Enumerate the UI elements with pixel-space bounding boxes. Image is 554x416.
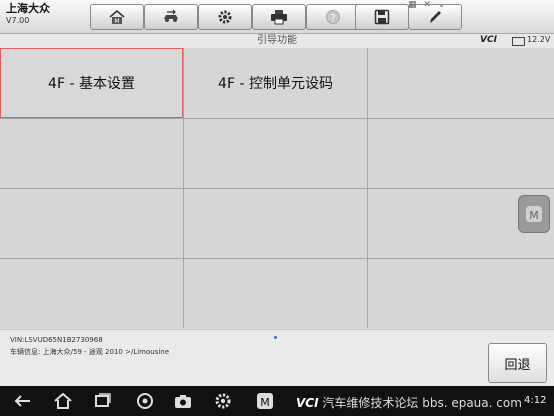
function-tile-empty [368,48,554,118]
save-button[interactable] [355,4,409,30]
function-title-bar: 引导功能 VCI 12.2V [0,34,554,49]
function-tile-empty [0,259,183,328]
nav-back-button[interactable] [12,391,34,411]
settings-button[interactable] [198,4,252,30]
app-name: 上海大众 [6,2,50,15]
system-clock: 4:12 [524,395,547,406]
function-tile-basic-settings[interactable]: 4F - 基本设置 [0,48,183,118]
browser-icon [137,393,153,409]
help-icon: ? [326,10,340,24]
page-title: 引导功能 [257,35,297,46]
gear-icon [218,10,232,24]
app-brand: 上海大众 V7.00 [6,2,76,26]
app-version: V7.00 [6,16,30,25]
vehicle-info-text: 车辆信息: 上海大众/59 - 途观 2010 >/Limousine [10,348,170,356]
vin-text: VIN:LSVUD65N1B2730968 [10,336,103,344]
back-arrow-icon [14,395,30,407]
function-tile-empty [368,119,554,188]
function-tile-coding[interactable]: 4F - 控制单元设码 [184,48,367,118]
print-button[interactable] [252,4,306,30]
function-tile-empty [0,119,183,188]
save-icon [374,9,390,25]
back-button[interactable]: 回退 [488,343,547,383]
maxisys-button[interactable]: M [254,391,276,411]
help-button[interactable]: ? [306,4,360,30]
svg-text:?: ? [330,13,335,24]
battery-icon [512,37,525,46]
camera-button[interactable] [172,391,194,411]
tile-label: 4F - 控制单元设码 [218,76,333,92]
car-swap-icon [164,9,178,22]
svg-text:M: M [260,396,270,409]
nav-recents-button[interactable] [92,391,114,411]
status-icons: ▦ ✕ ⌄ [408,0,448,10]
battery-voltage: 12.2V [527,35,551,44]
recent-apps-icon [95,393,111,407]
function-tile-empty [184,189,367,258]
function-tile-empty [368,259,554,328]
forum-watermark: 汽车维修技术论坛 bbs. epaua. com [322,396,522,410]
page-indicator-dot [274,336,277,339]
vci-label: VCI [296,396,319,410]
vehicle-swap-button[interactable] [144,4,198,30]
pen-icon [430,11,441,23]
home-icon [54,392,72,409]
function-tile-empty [184,259,367,328]
m-badge-icon: M [257,393,273,409]
system-nav-bar: M VCI 汽车维修技术论坛 bbs. epaua. com 4:12 [0,386,554,416]
top-toolbar: 上海大众 V7.00 M ? ▦ ✕ ⌄ [0,0,554,34]
watermark-text: VCI 汽车维修技术论坛 bbs. epaua. com [296,394,522,411]
printer-icon [271,10,287,25]
svg-text:M: M [114,18,119,25]
function-grid: 4F - 基本设置 4F - 控制单元设码 [0,48,554,328]
nav-home-button[interactable] [52,391,74,411]
browser-button[interactable] [134,391,156,411]
svg-text:M: M [529,209,539,222]
settings-app-button[interactable] [212,391,234,411]
gear-icon [215,393,231,409]
camera-icon [175,395,191,408]
function-tile-empty [184,119,367,188]
vci-indicator: VCI [480,35,497,45]
floating-m-button[interactable]: M [518,195,550,233]
home-button[interactable]: M [90,4,144,30]
tile-label: 4F - 基本设置 [48,76,135,92]
vehicle-info-panel: VIN:LSVUD65N1B2730968 车辆信息: 上海大众/59 - 途观… [0,329,554,386]
function-tile-empty [0,189,183,258]
home-m-icon: M [109,9,125,25]
m-badge-icon: M [526,206,542,222]
